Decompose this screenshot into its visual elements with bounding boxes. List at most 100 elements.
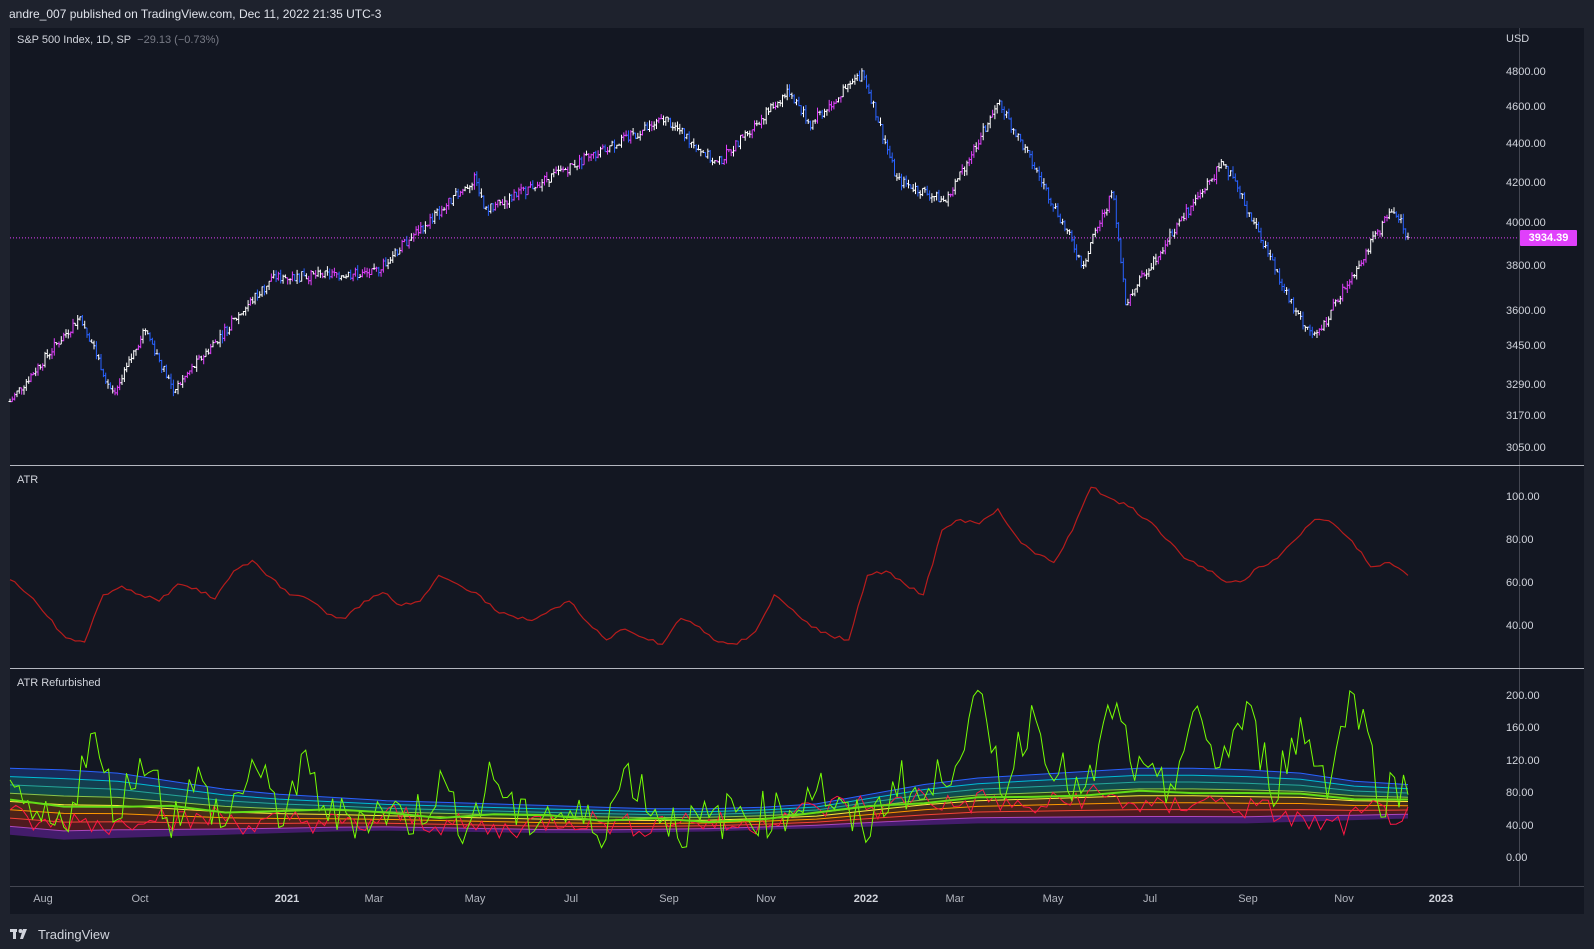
ohlc-bar <box>1303 325 1307 332</box>
atr-line <box>9 486 1409 645</box>
ohlc-bar <box>225 325 229 336</box>
ohlc-bar <box>113 387 117 396</box>
ohlc-bar <box>267 280 271 290</box>
ohlc-bar <box>636 132 640 139</box>
ohlc-bar <box>423 221 427 234</box>
chart-plot[interactable] <box>0 0 1594 949</box>
ohlc-bar <box>872 100 875 108</box>
ohlc-bar <box>979 132 983 145</box>
ohlc-bar <box>1009 117 1013 133</box>
atr-refurbished-legend[interactable]: ATR Refurbished <box>17 677 101 689</box>
ohlc-bar <box>430 213 434 224</box>
time-label: Nov <box>1334 893 1354 905</box>
ohlc-bar <box>484 206 488 210</box>
ohlc-bar <box>1131 289 1135 296</box>
ohlc-bar <box>1320 324 1324 331</box>
ohlc-bar <box>1329 309 1333 321</box>
ohlc-bar <box>307 275 311 285</box>
ohlc-bar <box>1406 232 1410 240</box>
ohlc-bar <box>1159 250 1163 261</box>
ohlc-bar <box>568 163 572 176</box>
ohlc-bar <box>15 390 19 398</box>
ohlc-bar <box>648 120 651 132</box>
time-label: Aug <box>33 893 53 905</box>
ohlc-bar <box>409 233 413 241</box>
ohlc-bar <box>998 99 1002 106</box>
ohlc-bar <box>1397 213 1401 223</box>
atr-legend[interactable]: ATR <box>17 474 38 486</box>
ohlc-bar <box>136 344 140 351</box>
ohlc-bar <box>335 272 339 278</box>
ohlc-bar <box>750 129 754 139</box>
ohlc-bar <box>1308 324 1312 336</box>
ohlc-bar <box>1037 166 1041 181</box>
ohlc-bars <box>8 68 1410 403</box>
ohlc-bar <box>1189 205 1193 216</box>
ohlc-bar <box>1044 183 1048 191</box>
ohlc-bar <box>22 385 26 395</box>
ohlc-bar <box>1128 293 1132 306</box>
ohlc-bar <box>223 323 227 342</box>
ohlc-bar <box>1019 133 1023 143</box>
atr-refurbished-tick: 80.00 <box>1506 787 1534 800</box>
atr-tick: 80.00 <box>1506 534 1534 546</box>
ohlc-bar <box>265 285 269 295</box>
ohlc-bar <box>911 184 915 193</box>
ohlc-bar <box>1205 178 1209 191</box>
tradingview-brand[interactable]: TradingView <box>10 925 110 943</box>
ohlc-bar <box>444 203 448 214</box>
ohlc-bar <box>1030 150 1034 170</box>
ohlc-bar <box>795 98 798 106</box>
ohlc-bar <box>692 138 696 149</box>
ohlc-bar <box>844 84 847 90</box>
ohlc-bar <box>1231 166 1235 179</box>
ohlc-bar <box>937 189 941 203</box>
ohlc-bar <box>486 204 490 216</box>
symbol-legend[interactable]: S&P 500 Index, 1D, SP −29.13 (−0.73%) <box>17 34 219 46</box>
ohlc-bar <box>24 379 28 391</box>
last-price-tag: 3934.39 <box>1520 229 1577 246</box>
ohlc-bar <box>176 380 180 395</box>
ohlc-bar <box>496 199 500 208</box>
ohlc-bar <box>314 270 318 279</box>
ohlc-bar <box>421 224 425 234</box>
atr-refurbished-tick: 160.00 <box>1506 722 1540 735</box>
ohlc-bar <box>676 121 679 132</box>
ohlc-bar <box>1117 222 1121 242</box>
ohlc-bar <box>1243 192 1247 206</box>
ohlc-bar <box>337 271 341 281</box>
ohlc-bar <box>1348 279 1352 289</box>
ohlc-bar <box>1315 329 1319 338</box>
price-tick: 4600.00 <box>1506 101 1546 114</box>
ohlc-bar <box>360 269 364 278</box>
ohlc-bar <box>1170 229 1174 237</box>
price-tick: 3450.00 <box>1506 339 1546 352</box>
ohlc-bar <box>316 266 320 277</box>
ohlc-bar <box>809 120 812 131</box>
ohlc-bar <box>888 145 892 159</box>
ohlc-bar <box>699 148 703 157</box>
ohlc-bar <box>1285 287 1289 295</box>
ohlc-bar <box>526 186 530 196</box>
ohlc-bar <box>1282 283 1286 293</box>
ohlc-bar <box>204 348 208 358</box>
ohlc-bar <box>1266 242 1270 257</box>
ohlc-bar <box>620 134 623 148</box>
time-label: 2023 <box>1428 893 1454 905</box>
ohlc-bar <box>1086 251 1090 262</box>
ohlc-bar <box>902 176 906 189</box>
ohlc-bar <box>552 168 556 178</box>
ohlc-bar <box>886 139 889 155</box>
ohlc-bar <box>559 165 563 172</box>
ohlc-bar <box>1023 144 1027 154</box>
ohlc-bar <box>1126 298 1130 306</box>
ohlc-bar <box>377 266 381 277</box>
ohlc-bar <box>1182 212 1186 222</box>
ohlc-bar <box>995 102 999 114</box>
ohlc-bar <box>290 271 294 282</box>
ohlc-bar <box>62 332 66 342</box>
ohlc-bar <box>820 109 824 119</box>
ohlc-bar <box>694 144 698 153</box>
atr-tick: 40.00 <box>1506 620 1534 632</box>
ohlc-bar <box>395 249 399 257</box>
